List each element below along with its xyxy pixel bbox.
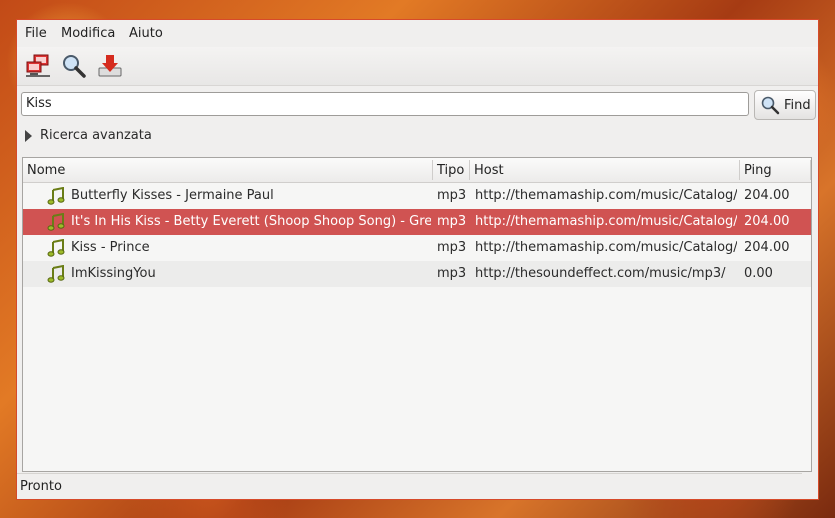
- table-row-selected[interactable]: It's In His Kiss - Betty Everett (Shoop …: [23, 209, 811, 235]
- cell-host: http://themamaship.com/music/Catalog/: [475, 214, 737, 229]
- cell-name: It's In His Kiss - Betty Everett (Shoop …: [71, 214, 431, 229]
- toolbar: [17, 47, 818, 86]
- search-input[interactable]: Kiss: [21, 92, 749, 116]
- column-header-host[interactable]: Host: [474, 163, 504, 178]
- menu-edit[interactable]: Modifica: [61, 26, 115, 41]
- cell-type: mp3: [437, 240, 467, 255]
- cell-host: http://thesoundeffect.com/music/mp3/: [475, 266, 726, 281]
- download-icon: [98, 55, 122, 77]
- music-note-icon: [47, 239, 65, 257]
- cell-host: http://themamaship.com/music/Catalog/: [475, 188, 737, 203]
- cell-ping: 204.00: [744, 240, 790, 255]
- list-header: Nome Tipo Host Ping: [23, 158, 811, 183]
- cell-name: Butterfly Kisses - Jermaine Paul: [71, 188, 274, 203]
- cell-host: http://themamaship.com/music/Catalog/: [475, 240, 737, 255]
- search-icon: [761, 96, 780, 115]
- menu-help[interactable]: Aiuto: [129, 26, 163, 41]
- cell-type: mp3: [437, 214, 467, 229]
- column-header-type[interactable]: Tipo: [437, 163, 464, 178]
- status-bar: Pronto: [17, 473, 818, 499]
- search-button[interactable]: [61, 53, 87, 79]
- network-button[interactable]: [25, 53, 51, 79]
- cell-ping: 204.00: [744, 214, 790, 229]
- column-separator[interactable]: [810, 160, 811, 180]
- find-button[interactable]: Find: [754, 90, 816, 120]
- find-button-label: Find: [784, 97, 811, 113]
- app-window: File Modifica Aiuto Kiss Find Ricerca av…: [16, 19, 819, 500]
- advanced-search-label: Ricerca avanzata: [40, 128, 152, 143]
- table-row[interactable]: Kiss - Prince mp3 http://themamaship.com…: [23, 235, 811, 261]
- network-icon: [26, 54, 50, 77]
- menubar: File Modifica Aiuto: [17, 20, 818, 46]
- music-note-icon: [47, 265, 65, 283]
- download-button[interactable]: [97, 53, 123, 79]
- cell-ping: 204.00: [744, 188, 790, 203]
- column-separator[interactable]: [432, 160, 433, 180]
- cell-name: ImKissingYou: [71, 266, 156, 281]
- cell-ping: 0.00: [744, 266, 773, 281]
- status-text: Pronto: [20, 479, 62, 494]
- table-row[interactable]: Butterfly Kisses - Jermaine Paul mp3 htt…: [23, 183, 811, 209]
- table-row[interactable]: ImKissingYou mp3 http://thesoundeffect.c…: [23, 261, 811, 287]
- expander-arrow-icon: [25, 129, 32, 142]
- status-divider: [17, 473, 802, 474]
- cell-type: mp3: [437, 188, 467, 203]
- cell-type: mp3: [437, 266, 467, 281]
- column-header-name[interactable]: Nome: [27, 163, 65, 178]
- advanced-search-expander[interactable]: Ricerca avanzata: [25, 128, 152, 143]
- column-separator[interactable]: [739, 160, 740, 180]
- column-separator[interactable]: [469, 160, 470, 180]
- music-note-icon: [47, 213, 65, 231]
- column-header-ping[interactable]: Ping: [744, 163, 772, 178]
- cell-name: Kiss - Prince: [71, 240, 150, 255]
- music-note-icon: [47, 187, 65, 205]
- menu-file[interactable]: File: [25, 26, 47, 41]
- results-list[interactable]: Nome Tipo Host Ping Butterfly Kisses - J…: [22, 157, 812, 472]
- search-icon: [63, 55, 86, 78]
